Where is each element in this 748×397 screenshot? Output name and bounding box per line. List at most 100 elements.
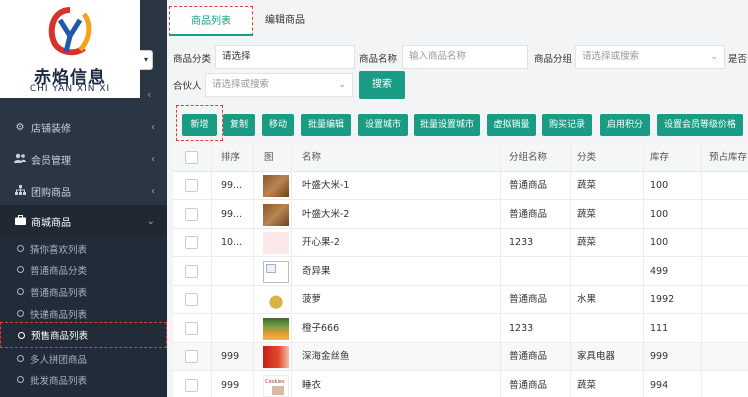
name-input-placeholder: 输入商品名称: [409, 51, 467, 62]
menu-member-management[interactable]: 会员管理 ‹: [0, 143, 167, 175]
cell-category: 蔬菜: [577, 208, 597, 220]
chevron-down-icon: ⌄: [146, 215, 155, 227]
submenu-item-presale-active[interactable]: 预售商品列表: [0, 322, 167, 348]
header-group[interactable]: 分组名称: [509, 144, 547, 172]
circle-icon: [17, 288, 24, 295]
cell-group: 普通商品: [509, 180, 548, 191]
submenu-label: 快递商品列表: [30, 309, 88, 321]
chevron-down-icon: ⌄: [338, 80, 346, 90]
menu-store-decoration[interactable]: ⚙ 店铺装修 ‹: [0, 111, 167, 143]
submenu-label: 批发商品列表: [30, 375, 88, 387]
partner-select[interactable]: 请选择或搜索 ⌄: [205, 73, 353, 97]
circle-icon: [18, 331, 25, 339]
action-toolbar: 新增 复制 移动 批量编辑 设置城市 批量设置城市 虚拟销量 购买记录 启用积分…: [167, 104, 748, 142]
table-row[interactable]: 10... 开心果-2 1233 蔬菜 100: [173, 229, 748, 257]
cell-sort: 10...: [221, 237, 243, 248]
search-button[interactable]: 搜索: [359, 71, 405, 99]
menu-group-buy-goods[interactable]: 团购商品 ‹: [0, 175, 167, 207]
cell-stock: 111: [650, 322, 669, 334]
table-row[interactable]: 999 深海金丝鱼 普通商品 家具电器 999: [173, 343, 748, 371]
row-checkbox[interactable]: [185, 179, 198, 192]
product-thumbnail: [263, 203, 289, 226]
enable-points-button[interactable]: 启用积分: [600, 114, 650, 136]
cell-name: 深海金丝鱼: [302, 351, 350, 362]
product-thumbnail: [263, 317, 289, 340]
goods-table: 排序 图 名称 分组名称 分类 库存 预占库存 99... 叶盛大米-1 普通商品蔬…: [173, 144, 748, 397]
cell-category: 蔬菜: [577, 237, 597, 248]
flag-label: 是否: [728, 54, 748, 65]
batch-set-city-button[interactable]: 批量设置城市: [414, 114, 480, 136]
cell-sort: 999: [221, 351, 240, 362]
purchase-records-button[interactable]: 购买记录: [542, 114, 592, 136]
cell-sort: 999: [221, 379, 240, 391]
header-category[interactable]: 分类: [577, 144, 596, 172]
cell-name: 奇异果: [302, 265, 331, 277]
header-image: 图: [264, 152, 274, 163]
cell-group: 1233: [509, 237, 534, 248]
row-checkbox[interactable]: [185, 207, 198, 221]
table-row[interactable]: 99... 叶盛大米-1 普通商品 蔬菜 100: [173, 172, 748, 200]
select-all-checkbox[interactable]: [185, 151, 198, 164]
logo-text-en: CHI YAN XIN XI: [29, 84, 111, 94]
submenu-mall-goods: 猜你喜欢列表 普通商品分类 普通商品列表 快递商品列表 预售商品列表 多人拼团商…: [0, 236, 167, 397]
category-select[interactable]: 请选择: [215, 45, 355, 69]
set-city-button[interactable]: 设置城市: [358, 114, 408, 136]
menu-label: 店铺装修: [31, 123, 71, 135]
header-reserved-stock[interactable]: 预占库存: [709, 144, 747, 172]
cell-category: 家具电器: [577, 351, 616, 362]
chevron-left-icon: ‹: [151, 121, 155, 133]
cell-group: 普通商品: [509, 294, 548, 305]
tab-bar: 商品列表 编辑商品: [167, 0, 748, 40]
main-content: 商品列表 编辑商品 商品分类 请选择 商品名称 输入商品名称 商品分组 请选择或…: [167, 0, 748, 397]
menu-label: 团购商品: [31, 187, 71, 199]
submenu-item[interactable]: 猜你喜欢列表: [0, 238, 167, 259]
row-checkbox[interactable]: [185, 321, 198, 335]
product-thumbnail: [263, 289, 289, 311]
set-member-price-button[interactable]: 设置会员等级价格: [657, 114, 743, 136]
menu-label: 商城商品: [31, 217, 71, 229]
row-checkbox[interactable]: [185, 350, 198, 363]
category-select-value: 请选择: [222, 51, 251, 62]
table-row[interactable]: 菠萝 普通商品 水果 1992: [173, 286, 748, 314]
circle-icon: [17, 245, 24, 252]
row-checkbox[interactable]: [185, 236, 198, 249]
group-select[interactable]: 请选择或搜索 ⌄: [575, 45, 725, 69]
virtual-sales-button[interactable]: 虚拟销量: [487, 114, 536, 136]
users-icon: [14, 153, 26, 166]
header-stock[interactable]: 库存: [650, 144, 669, 172]
table-row[interactable]: 99... 叶盛大米-2 普通商品 蔬菜 100: [173, 200, 748, 229]
cell-name: 菠萝: [302, 294, 322, 305]
header-name[interactable]: 名称: [302, 144, 321, 172]
cell-group: 普通商品: [509, 379, 548, 391]
copy-button[interactable]: 复制: [223, 114, 255, 136]
header-sort[interactable]: 排序: [221, 144, 240, 172]
submenu-label: 猜你喜欢列表: [30, 244, 88, 256]
table-row[interactable]: 橙子666 1233 111: [173, 314, 748, 343]
table-row[interactable]: 999 睡衣 普通商品 蔬菜 994: [173, 371, 748, 397]
cell-sort: 99...: [221, 180, 243, 191]
submenu-item[interactable]: 批发商品列表: [0, 369, 167, 390]
sidebar: 赤焰信息 CHI YAN XIN XI ▾ ‹ ⚙ 店铺装修 ‹ 会员管理 ‹ …: [0, 0, 167, 397]
submenu-label: 预售商品列表: [31, 331, 89, 342]
add-button[interactable]: 新增: [182, 114, 217, 136]
name-input[interactable]: 输入商品名称: [402, 45, 528, 69]
cell-stock: 100: [650, 180, 669, 191]
batch-edit-button[interactable]: 批量编辑: [301, 114, 351, 136]
store-select-caret[interactable]: ▾: [140, 50, 153, 70]
row-checkbox[interactable]: [185, 264, 198, 278]
product-thumbnail: [263, 260, 289, 283]
submenu-item[interactable]: 普通商品分类: [0, 259, 167, 280]
table-row[interactable]: 奇异果 499: [173, 257, 748, 286]
submenu-item[interactable]: 多人拼团商品: [0, 348, 167, 369]
tab-edit-goods[interactable]: 编辑商品: [255, 6, 315, 36]
submenu-item[interactable]: 快递商品列表: [0, 303, 167, 324]
row-checkbox[interactable]: [185, 293, 198, 306]
row-checkbox[interactable]: [185, 378, 198, 392]
submenu-item[interactable]: 普通商品列表: [0, 281, 167, 302]
circle-icon: [17, 266, 24, 273]
tab-goods-list[interactable]: 商品列表: [169, 6, 253, 36]
cell-stock: 1992: [650, 294, 675, 305]
menu-mall-goods[interactable]: 商城商品 ⌄: [0, 205, 167, 237]
move-button[interactable]: 移动: [262, 114, 294, 136]
submenu-label: 普通商品列表: [30, 287, 88, 299]
